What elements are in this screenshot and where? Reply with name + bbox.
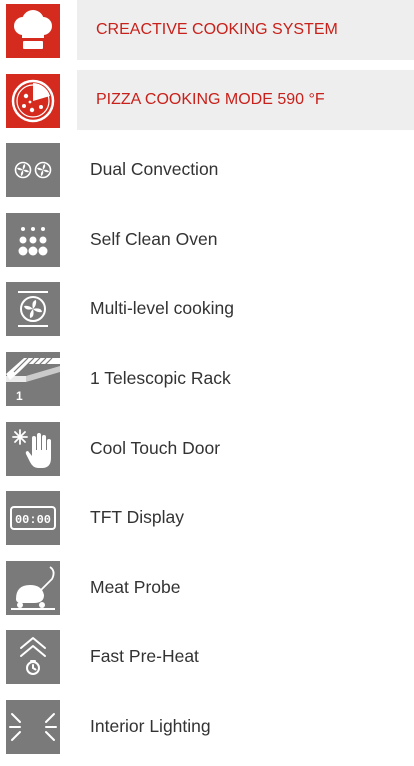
meat-probe-icon — [6, 560, 60, 615]
feature-row-cool-touch-door: Cool Touch Door — [0, 418, 414, 478]
feature-row-self-clean: Self Clean Oven — [0, 209, 414, 269]
feature-label: CREACTIVE COOKING SYSTEM — [96, 21, 338, 38]
feature-row-multi-level: Multi-level cooking — [0, 278, 414, 338]
feature-row-telescopic-rack: 1 1 Telescopic Rack — [0, 348, 414, 408]
svg-text:00:00: 00:00 — [15, 513, 51, 527]
feature-label: Interior Lighting — [90, 715, 211, 736]
feature-label: Dual Convection — [90, 159, 219, 180]
feature-label: Self Clean Oven — [90, 228, 218, 249]
feature-label: TFT Display — [90, 507, 184, 528]
self-clean-dots-icon — [6, 212, 60, 267]
feature-row-creactive-cooking: CREACTIVE COOKING SYSTEM — [0, 0, 414, 60]
feature-label: Meat Probe — [90, 576, 181, 597]
feature-label: PIZZA COOKING MODE 590 °F — [96, 90, 325, 108]
tft-display-icon: 00:00 — [6, 491, 60, 546]
feature-row-pizza-mode: PIZZA COOKING MODE 590 °F — [0, 69, 414, 130]
feature-row-fast-preheat: Fast Pre-Heat — [0, 626, 414, 686]
feature-row-tft-display: 00:00 TFT Display — [0, 487, 414, 547]
feature-row-dual-convection: Dual Convection — [0, 139, 414, 199]
feature-label: 1 Telescopic Rack — [90, 367, 231, 388]
svg-text:1: 1 — [16, 389, 23, 403]
chef-hat-icon — [6, 4, 60, 58]
fast-preheat-icon — [6, 630, 60, 685]
feature-row-interior-lighting: Interior Lighting — [0, 696, 414, 756]
pizza-icon — [6, 73, 60, 128]
feature-row-meat-probe: Meat Probe — [0, 557, 414, 617]
feature-label: Fast Pre-Heat — [90, 646, 199, 667]
feature-label: Multi-level cooking — [90, 298, 234, 319]
feature-list: CREACTIVE COOKING SYSTEM PIZZA COOKING M… — [0, 0, 414, 766]
dual-fan-icon — [6, 143, 60, 198]
feature-label: Cool Touch Door — [90, 437, 221, 458]
multi-level-fan-icon — [6, 282, 60, 337]
cool-touch-hand-icon — [6, 421, 60, 476]
telescopic-rack-icon: 1 — [6, 351, 60, 406]
